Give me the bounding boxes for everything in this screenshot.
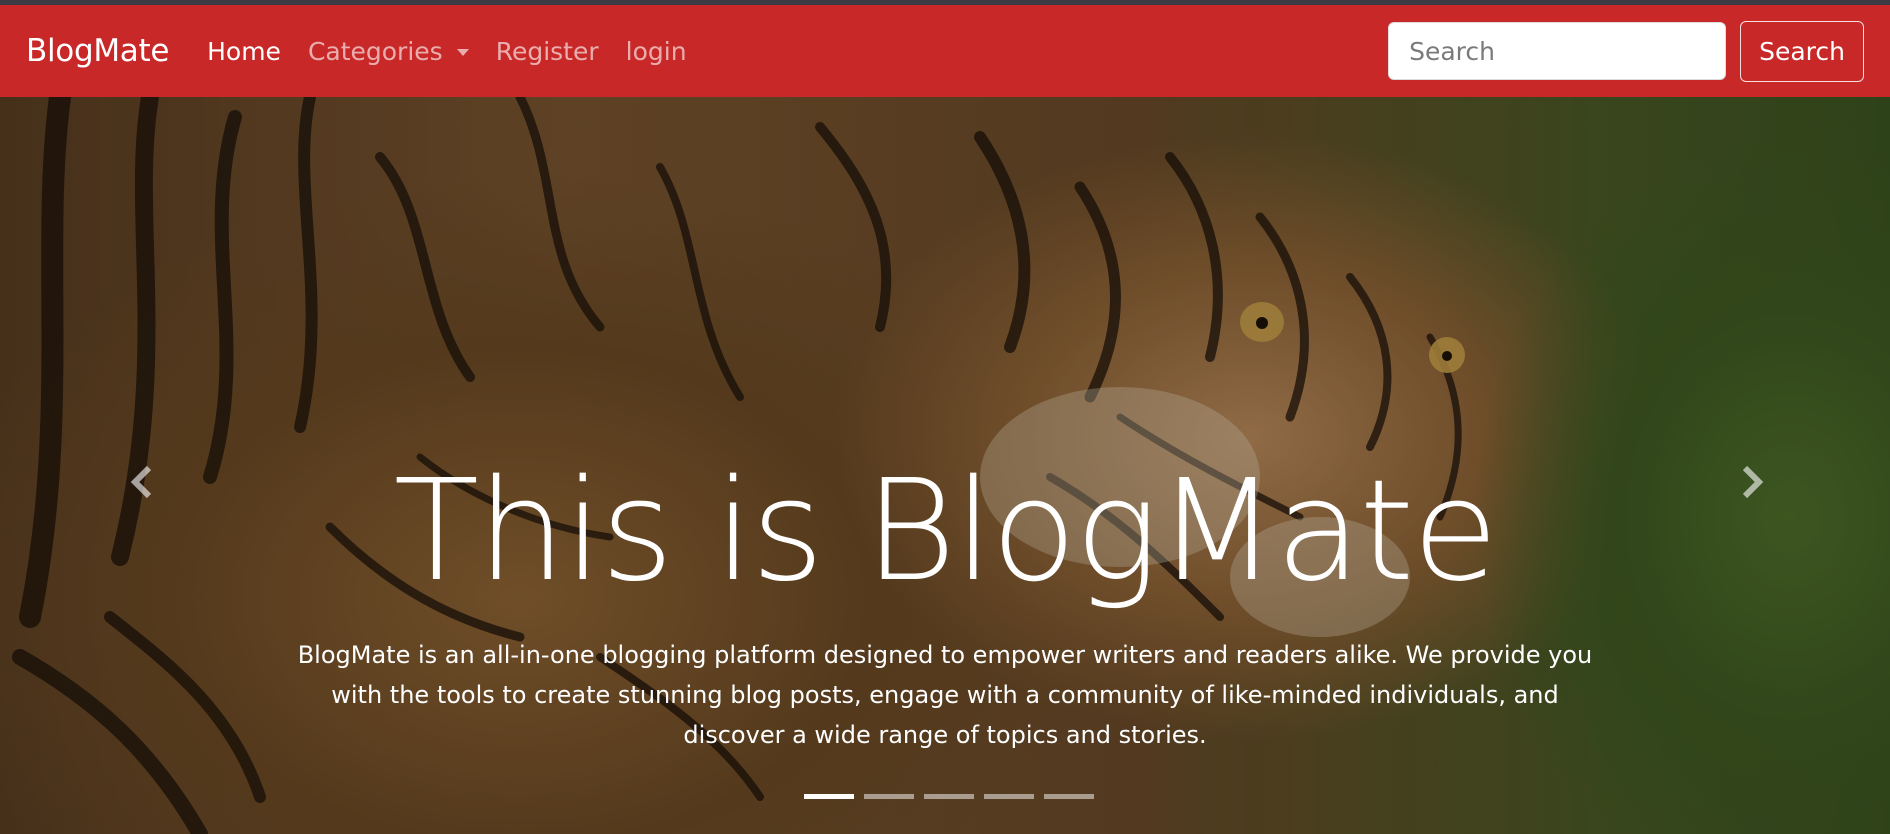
carousel-indicators [804,794,1104,799]
nav-link-home[interactable]: Home [207,37,281,66]
search-form: Search [1388,20,1864,82]
navbar: BlogMate Home Categories Register login … [0,5,1890,97]
carousel-indicator-2[interactable] [864,794,914,799]
carousel-indicator-3[interactable] [924,794,974,799]
carousel-indicator-1[interactable] [804,794,854,799]
carousel-indicator-5[interactable] [1044,794,1094,799]
nav-link-categories-dropdown[interactable]: Categories [308,37,469,66]
hero-title: This is BlogMate [393,450,1499,613]
hero-carousel: This is BlogMate BlogMate is an all-in-o… [0,97,1890,834]
carousel-caption: This is BlogMate BlogMate is an all-in-o… [0,447,1890,755]
caret-down-icon [456,49,469,56]
carousel-indicator-4[interactable] [984,794,1034,799]
search-input[interactable] [1388,22,1727,80]
nav-links: Home Categories Register login [207,37,713,66]
brand-logo[interactable]: BlogMate [26,33,169,69]
hero-description: BlogMate is an all-in-one blogging platf… [297,641,1593,749]
search-button[interactable]: Search [1740,20,1864,82]
nav-link-register[interactable]: Register [496,37,599,66]
nav-link-categories-label: Categories [307,36,443,66]
nav-link-login[interactable]: login [626,37,687,66]
